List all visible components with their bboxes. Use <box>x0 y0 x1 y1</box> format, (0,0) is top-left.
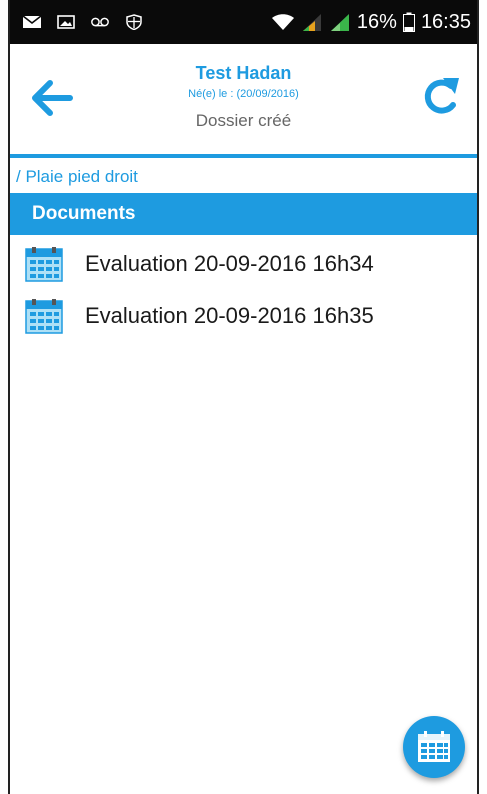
document-label: Evaluation 20-09-2016 16h34 <box>85 251 374 276</box>
app-screen: 16% 16:35 Test Hadan Né(e) le : (20/09/2… <box>8 0 479 794</box>
list-item[interactable]: Evaluation 20-09-2016 16h35 <box>10 290 477 342</box>
battery-percent: 16% <box>356 10 397 33</box>
calendar-icon <box>418 731 450 762</box>
document-list: Evaluation 20-09-2016 16h34 Evaluation 2… <box>10 238 477 342</box>
mail-icon <box>22 15 42 28</box>
birth-date: Né(e) le : (20/09/2016) <box>188 88 299 100</box>
document-label: Evaluation 20-09-2016 16h35 <box>85 303 374 328</box>
calendar-icon <box>25 247 63 282</box>
add-evaluation-button[interactable] <box>403 716 465 778</box>
breadcrumb[interactable]: / Plaie pied droit <box>16 166 138 188</box>
battery-icon <box>402 12 415 32</box>
shield-icon <box>126 14 142 30</box>
dossier-status: Dossier créé <box>195 111 292 130</box>
section-title: Documents <box>10 193 477 235</box>
patient-header: Test Hadan Né(e) le : (20/09/2016) Dossi… <box>10 62 477 132</box>
status-bar: 16% 16:35 <box>10 0 477 44</box>
refresh-icon[interactable] <box>419 74 463 120</box>
clock: 16:35 <box>420 10 471 33</box>
wifi-icon <box>271 14 294 30</box>
voicemail-icon <box>91 17 109 27</box>
patient-name: Test Hadan <box>195 63 292 83</box>
header-divider <box>10 154 477 158</box>
app-header: Test Hadan Né(e) le : (20/09/2016) Dossi… <box>10 44 477 154</box>
list-item[interactable]: Evaluation 20-09-2016 16h34 <box>10 238 477 290</box>
image-icon <box>57 15 75 29</box>
calendar-icon <box>25 299 63 334</box>
signal-icon <box>330 14 349 31</box>
signal-icon <box>302 14 321 31</box>
